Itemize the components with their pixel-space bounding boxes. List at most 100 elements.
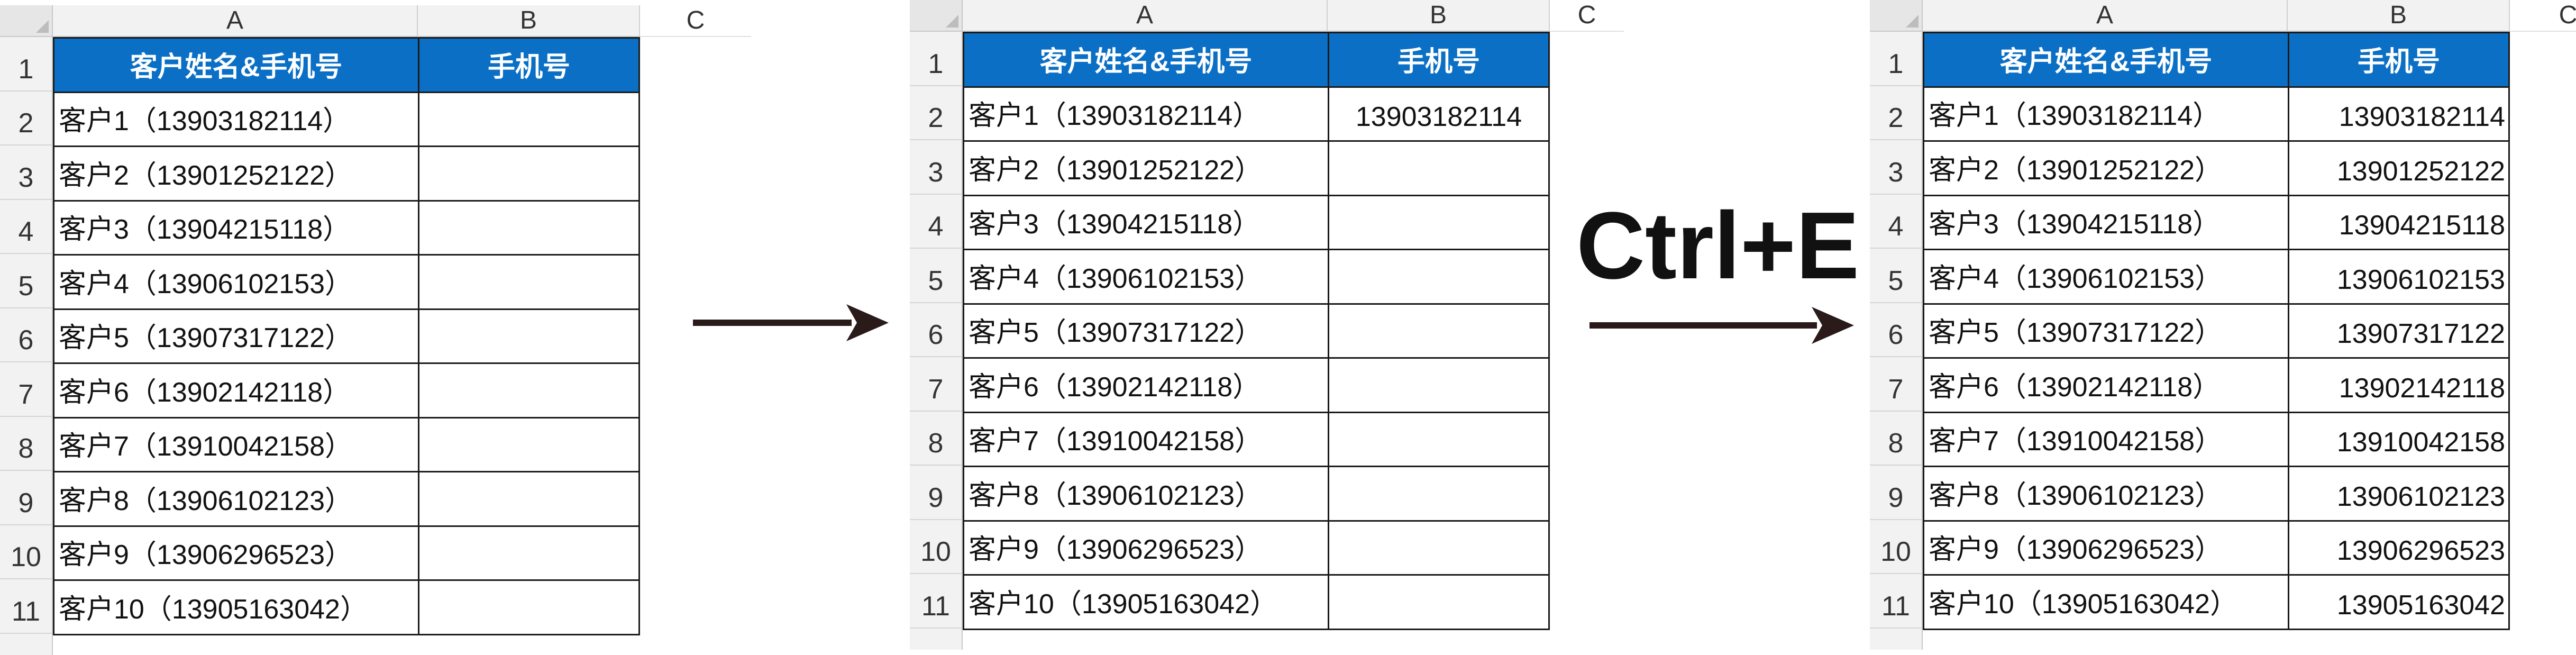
cell-customer-name-phone[interactable]: 客户8（13906102123）	[1923, 466, 2289, 522]
cell-customer-name-phone[interactable]: 客户6（13902142118）	[1923, 357, 2289, 413]
column-header-c[interactable]: C	[1550, 0, 1624, 32]
cell-customer-name-phone[interactable]: 客户3（13904215118）	[53, 199, 419, 256]
cell-customer-name-phone[interactable]: 客户6（13902142118）	[53, 362, 419, 419]
row-header-6[interactable]: 6	[0, 308, 53, 362]
cell-customer-name-phone[interactable]: 客户2（13901252122）	[963, 140, 1329, 196]
row-header-7[interactable]: 7	[910, 357, 963, 412]
select-all-corner[interactable]	[1870, 0, 1923, 32]
cell-phone[interactable]	[1328, 520, 1550, 576]
cell-phone[interactable]	[1328, 466, 1550, 522]
row-header-6[interactable]: 6	[910, 303, 963, 357]
cell-customer-name-phone[interactable]: 客户4（13906102153）	[1923, 249, 2289, 305]
cell-phone[interactable]	[1328, 303, 1550, 359]
row-header-7[interactable]: 7	[0, 362, 53, 417]
cell-phone[interactable]	[1328, 357, 1550, 413]
cell-customer-name-phone[interactable]: 客户1（13903182114）	[53, 91, 419, 147]
row-header-5[interactable]: 5	[1870, 249, 1923, 303]
row-header-1[interactable]: 1	[910, 32, 963, 86]
cell-customer-name-phone[interactable]: 客户6（13902142118）	[963, 357, 1329, 413]
cell-phone[interactable]: 13906296523	[2288, 520, 2510, 576]
cell-phone[interactable]	[1328, 140, 1550, 196]
cell-phone[interactable]: 13906102123	[2288, 466, 2510, 522]
row-header-4[interactable]: 4	[0, 199, 53, 254]
select-all-corner[interactable]	[0, 5, 53, 37]
cell-phone[interactable]: 13903182114	[2288, 86, 2510, 142]
cell-phone[interactable]	[418, 91, 640, 147]
header-cell-phone[interactable]: 手机号	[2288, 32, 2510, 88]
row-header-11[interactable]: 11	[1870, 574, 1923, 629]
row-header-11[interactable]: 11	[910, 574, 963, 629]
row-header-9[interactable]: 9	[0, 471, 53, 525]
column-header-a[interactable]: A	[963, 0, 1328, 32]
cell-phone[interactable]: 13906102153	[2288, 249, 2510, 305]
cell-customer-name-phone[interactable]: 客户5（13907317122）	[963, 303, 1329, 359]
header-cell-phone[interactable]: 手机号	[418, 37, 640, 93]
cell-phone[interactable]: 13901252122	[2288, 140, 2510, 196]
column-header-b[interactable]: B	[1328, 0, 1550, 32]
column-header-b[interactable]: B	[2288, 0, 2510, 32]
cell-customer-name-phone[interactable]: 客户8（13906102123）	[53, 471, 419, 527]
row-header-1[interactable]: 1	[1870, 32, 1923, 86]
cell-phone[interactable]	[418, 579, 640, 635]
cell-phone[interactable]	[1328, 249, 1550, 305]
header-cell-customer-name-phone[interactable]: 客户姓名&手机号	[53, 37, 419, 93]
column-header-c[interactable]: C	[2510, 0, 2576, 32]
cell-phone[interactable]: 13905163042	[2288, 574, 2510, 630]
row-header-9[interactable]: 9	[1870, 466, 1923, 520]
cell-customer-name-phone[interactable]: 客户5（13907317122）	[1923, 303, 2289, 359]
cell-customer-name-phone[interactable]: 客户10（13905163042）	[963, 574, 1329, 630]
cell-phone[interactable]	[1328, 411, 1550, 467]
row-header-11[interactable]: 11	[0, 579, 53, 634]
cell-customer-name-phone[interactable]: 客户5（13907317122）	[53, 308, 419, 364]
cell-customer-name-phone[interactable]: 客户3（13904215118）	[1923, 194, 2289, 250]
cell-phone[interactable]: 13907317122	[2288, 303, 2510, 359]
cell-customer-name-phone[interactable]: 客户9（13906296523）	[1923, 520, 2289, 576]
row-header-6[interactable]: 6	[1870, 303, 1923, 357]
cell-customer-name-phone[interactable]: 客户1（13903182114）	[963, 86, 1329, 142]
column-header-c[interactable]: C	[640, 5, 751, 37]
cell-customer-name-phone[interactable]: 客户8（13906102123）	[963, 466, 1329, 522]
row-header-10[interactable]: 10	[910, 520, 963, 574]
cell-phone[interactable]	[418, 362, 640, 419]
cell-phone[interactable]	[1328, 194, 1550, 250]
row-header-4[interactable]: 4	[1870, 194, 1923, 249]
row-header-10[interactable]: 10	[1870, 520, 1923, 574]
cell-customer-name-phone[interactable]: 客户7（13910042158）	[963, 411, 1329, 467]
row-header-2[interactable]: 2	[1870, 86, 1923, 140]
row-header-2[interactable]: 2	[0, 91, 53, 145]
row-header-8[interactable]: 8	[1870, 411, 1923, 466]
cell-customer-name-phone[interactable]: 客户10（13905163042）	[53, 579, 419, 635]
cell-phone[interactable]	[418, 308, 640, 364]
cell-customer-name-phone[interactable]: 客户4（13906102153）	[963, 249, 1329, 305]
row-header-5[interactable]: 5	[0, 254, 53, 308]
row-header-1[interactable]: 1	[0, 37, 53, 92]
row-header-3[interactable]: 3	[0, 145, 53, 200]
cell-customer-name-phone[interactable]: 客户7（13910042158）	[53, 416, 419, 472]
cell-customer-name-phone[interactable]: 客户2（13901252122）	[1923, 140, 2289, 196]
column-header-b[interactable]: B	[418, 5, 640, 37]
cell-phone[interactable]	[418, 254, 640, 310]
cell-customer-name-phone[interactable]: 客户2（13901252122）	[53, 145, 419, 202]
select-all-corner[interactable]	[910, 0, 963, 32]
cell-customer-name-phone[interactable]: 客户1（13903182114）	[1923, 86, 2289, 142]
cell-phone[interactable]	[418, 145, 640, 202]
cell-phone[interactable]	[418, 199, 640, 256]
row-header-9[interactable]: 9	[910, 466, 963, 520]
cell-phone[interactable]: 13902142118	[2288, 357, 2510, 413]
row-header-8[interactable]: 8	[0, 416, 53, 471]
cell-phone[interactable]	[418, 525, 640, 581]
row-header-3[interactable]: 3	[910, 140, 963, 195]
column-header-a[interactable]: A	[1923, 0, 2288, 32]
cell-customer-name-phone[interactable]: 客户10（13905163042）	[1923, 574, 2289, 630]
row-header-10[interactable]: 10	[0, 525, 53, 579]
cell-customer-name-phone[interactable]: 客户4（13906102153）	[53, 254, 419, 310]
cell-phone[interactable]	[418, 471, 640, 527]
header-cell-customer-name-phone[interactable]: 客户姓名&手机号	[963, 32, 1329, 88]
cell-phone[interactable]	[1328, 574, 1550, 630]
row-header-3[interactable]: 3	[1870, 140, 1923, 195]
row-header-2[interactable]: 2	[910, 86, 963, 140]
header-cell-customer-name-phone[interactable]: 客户姓名&手机号	[1923, 32, 2289, 88]
cell-customer-name-phone[interactable]: 客户9（13906296523）	[53, 525, 419, 581]
cell-customer-name-phone[interactable]: 客户9（13906296523）	[963, 520, 1329, 576]
cell-customer-name-phone[interactable]: 客户3（13904215118）	[963, 194, 1329, 250]
